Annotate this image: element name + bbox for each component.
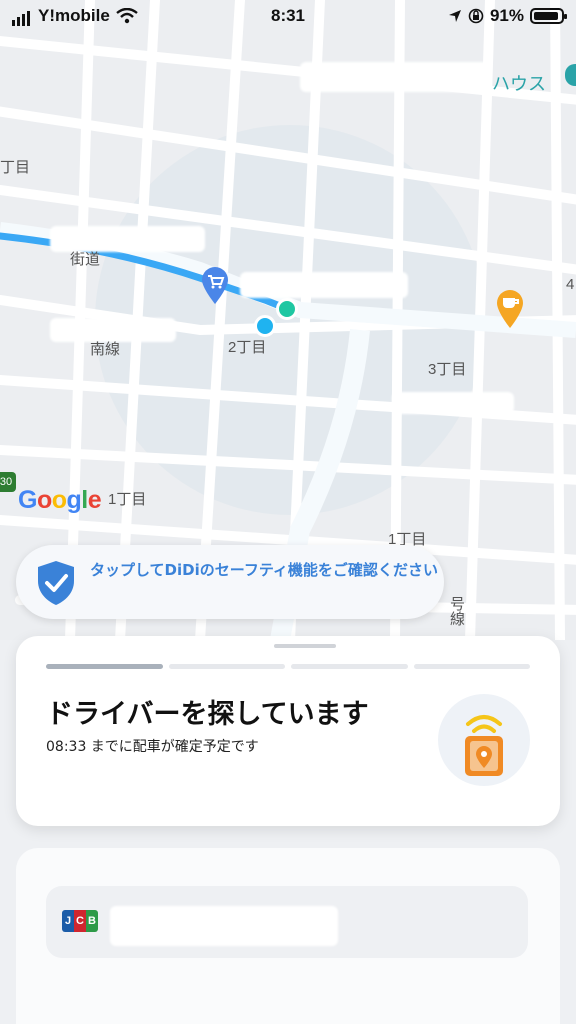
rotation-lock-icon xyxy=(468,8,484,24)
redacted-card-number xyxy=(110,906,338,946)
jcb-card-icon: J C B xyxy=(62,910,98,932)
card-brand-label: J xyxy=(62,910,74,932)
battery-icon xyxy=(530,8,567,24)
map-label-road: 街道 xyxy=(70,251,101,268)
place-pin-icon xyxy=(565,64,576,86)
progress-step xyxy=(413,664,530,669)
progress-step xyxy=(46,664,163,669)
driver-search-card: ドライバーを探しています 08:33 までに配車が確定予定です xyxy=(16,636,560,826)
map-label-edge: 4 xyxy=(566,276,575,293)
payment-method-row[interactable]: J C B xyxy=(46,886,528,958)
shopping-cart-marker-icon[interactable] xyxy=(200,266,230,304)
google-logo: Google xyxy=(18,486,102,514)
progress-indicator xyxy=(46,664,530,669)
route-number-badge: 30 xyxy=(0,472,16,492)
cafe-marker-icon[interactable] xyxy=(495,288,525,328)
redacted-place xyxy=(300,62,490,92)
bottom-panel: J C B xyxy=(16,848,560,1024)
pickup-point-icon xyxy=(276,298,298,320)
progress-step xyxy=(291,664,408,669)
map-label-1chome-a: 1丁目 xyxy=(108,491,147,508)
map-label-chome: 丁目 xyxy=(0,159,31,176)
redacted-shop xyxy=(240,272,408,298)
safety-banner[interactable]: タップしてDiDiのセーフティ機能をご確認ください xyxy=(16,545,444,619)
map-view[interactable]: ハウス 丁目 街道 南線 2丁目 3丁目 1丁目 1丁目 30 4 号線 Goo… xyxy=(0,0,576,640)
shield-check-icon xyxy=(38,561,74,605)
battery-percent: 91% xyxy=(489,6,524,25)
place-label: ハウス xyxy=(492,74,546,94)
phone-signal-illustration xyxy=(438,694,530,786)
map-label-road-number: 号線 xyxy=(448,596,465,626)
progress-step xyxy=(168,664,285,669)
status-bar: Y!mobile 8:31 91% xyxy=(0,0,576,34)
status-title: ドライバーを探しています xyxy=(46,699,369,730)
current-location-icon xyxy=(254,315,276,337)
redacted-area xyxy=(392,392,514,414)
status-subtitle: 08:33 までに配車が確定予定です xyxy=(46,739,259,755)
map-label-line: 南線 xyxy=(90,341,121,358)
location-arrow-icon xyxy=(448,10,461,22)
map-label-3chome: 3丁目 xyxy=(428,361,467,378)
drag-handle[interactable] xyxy=(274,644,336,648)
safety-banner-text: タップしてDiDiのセーフティ機能をご確認ください xyxy=(90,561,438,579)
map-label-2chome: 2丁目 xyxy=(228,339,267,356)
